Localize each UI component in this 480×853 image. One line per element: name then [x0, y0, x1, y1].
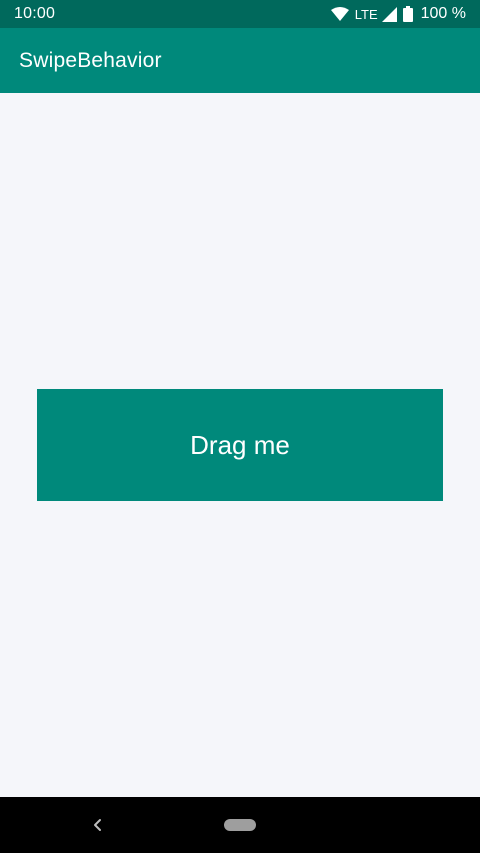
phone-screen: 10:00 LTE 100 % SwipeBehavior Drag me: [0, 0, 480, 853]
navigation-bar: [0, 797, 480, 853]
main-content: Drag me: [0, 93, 480, 797]
battery-percent: 100 %: [420, 5, 466, 22]
app-title: SwipeBehavior: [19, 48, 162, 72]
app-bar: SwipeBehavior: [0, 28, 480, 93]
battery-icon: [402, 6, 413, 22]
back-icon[interactable]: [88, 813, 108, 837]
wifi-icon: [330, 7, 349, 21]
status-icons: LTE 100 %: [330, 5, 466, 23]
network-type: LTE: [354, 6, 378, 22]
status-bar: 10:00 LTE 100 %: [0, 0, 480, 28]
signal-icon: [381, 6, 397, 22]
drag-me-box[interactable]: Drag me: [37, 389, 443, 501]
home-pill-icon[interactable]: [224, 819, 256, 831]
status-time: 10:00: [14, 5, 56, 22]
drag-me-label: Drag me: [190, 429, 290, 460]
